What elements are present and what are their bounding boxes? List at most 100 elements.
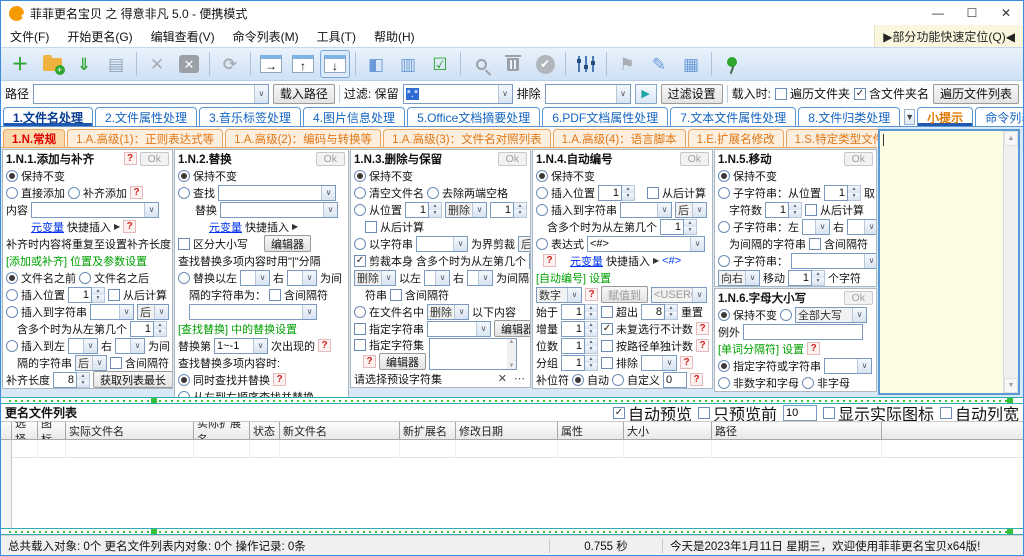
flyout-arrow-icon[interactable]: ▶: [292, 222, 298, 231]
tab-5.Office文档摘要处理[interactable]: 5.Office文档摘要处理: [407, 107, 541, 126]
radio-option[interactable]: 表达式: [536, 236, 584, 252]
combobox[interactable]: 后 ∨: [675, 201, 707, 218]
number-spinner[interactable]: 8 ▲ ▼: [53, 371, 90, 388]
chevron-down-icon[interactable]: ∨: [321, 185, 335, 200]
spin-down-icon[interactable]: ▼: [789, 209, 801, 217]
spin-up-icon[interactable]: ▲: [585, 321, 597, 329]
radio-option[interactable]: 文件名之后: [79, 270, 149, 286]
radio-option[interactable]: 子字符串：从位置: [718, 185, 821, 201]
spinner-value[interactable]: 8: [53, 371, 77, 388]
number-spinner[interactable]: 1▲▼: [130, 320, 167, 337]
radio-option[interactable]: 同时查找并替换: [178, 372, 270, 388]
checkbox[interactable]: 按路径单独计数: [601, 338, 693, 354]
spinner-arrows-icon[interactable]: ▲ ▼: [812, 269, 825, 286]
more-icon[interactable]: ⋯: [512, 372, 527, 385]
chevron-down-icon[interactable]: ∨: [864, 219, 876, 234]
combobox[interactable]: 1~-1 ∨: [214, 337, 268, 354]
text-input[interactable]: [743, 323, 863, 340]
spin-down-icon[interactable]: ▼: [665, 311, 677, 319]
pin-icon[interactable]: [717, 50, 747, 78]
combobox[interactable]: <USER0>∨: [651, 286, 707, 303]
ok-button[interactable]: Ok: [139, 151, 169, 166]
subtab-1.A.高级(4)：语言脚本[interactable]: 1.A.高级(4)：语言脚本: [552, 129, 686, 147]
combobox[interactable]: ∨: [544, 83, 631, 104]
help-icon[interactable]: ?: [696, 339, 709, 352]
number-spinner[interactable]: 1▲▼: [765, 201, 802, 218]
checkbox[interactable]: ✓ 含文件夹名: [853, 85, 929, 102]
spin-up-icon[interactable]: ▲: [514, 202, 526, 210]
spin-up-icon[interactable]: ▲: [154, 321, 166, 329]
combobox[interactable]: ∨: [68, 337, 98, 354]
spinner-arrows-icon[interactable]: ▲ ▼: [789, 201, 802, 218]
spinner-value[interactable]: 1: [824, 184, 848, 201]
spin-down-icon[interactable]: ▼: [585, 345, 597, 353]
spin-up-icon[interactable]: ▲: [77, 372, 89, 380]
tab-小提示[interactable]: 小提示: [917, 107, 974, 126]
chevron-down-icon[interactable]: ∨: [864, 253, 876, 268]
refresh-icon[interactable]: ⟳: [215, 50, 245, 78]
combobox[interactable]: 删除 ∨: [445, 201, 487, 218]
checkbox[interactable]: 指定字符串: [354, 321, 424, 337]
tab-2.文件属性处理[interactable]: 2.文件属性处理: [95, 107, 198, 126]
number-spinner[interactable]: 1▲▼: [824, 184, 861, 201]
button-disabled[interactable]: 赋值到: [601, 286, 648, 303]
chevron-down-icon[interactable]: ∨: [302, 304, 316, 319]
spin-down-icon[interactable]: ▼: [684, 226, 696, 234]
spin-down-icon[interactable]: ▼: [154, 328, 166, 336]
combobox[interactable]: ∨: [824, 357, 872, 374]
combobox[interactable]: ∨: [189, 303, 317, 320]
help-icon[interactable]: ?: [363, 355, 376, 368]
spinner-arrows-icon[interactable]: ▲ ▼: [429, 201, 442, 218]
flyout-arrow-icon[interactable]: ▶: [653, 256, 659, 265]
number-spinner[interactable]: 1▲▼: [561, 337, 598, 354]
radio-option[interactable]: 文件名之前: [6, 270, 76, 286]
radio-option[interactable]: 补齐添加: [68, 185, 127, 201]
radio-option[interactable]: 在文件名中: [354, 304, 424, 320]
number-spinner[interactable]: 1▲▼: [561, 303, 598, 320]
scroll-up-icon[interactable]: ▲: [1004, 131, 1018, 146]
combobox[interactable]: 全部大写 ∨: [795, 306, 867, 323]
number-spinner[interactable]: 1▲▼: [561, 354, 598, 371]
checkbox[interactable]: 超出: [601, 304, 638, 320]
spinner-value[interactable]: 1: [130, 320, 154, 337]
column-header-新文件名[interactable]: 新文件名: [280, 422, 400, 440]
number-spinner[interactable]: 1▲▼: [405, 201, 442, 218]
checkbox[interactable]: 含间隔符: [809, 236, 868, 252]
radio-option[interactable]: 以字符串: [354, 236, 413, 252]
chevron-down-icon[interactable]: ∨: [852, 307, 866, 322]
spin-up-icon[interactable]: ▲: [429, 202, 441, 210]
spinner-value[interactable]: 1: [788, 269, 812, 286]
spinner-value[interactable]: 1: [660, 218, 684, 235]
show-top-panel-icon[interactable]: ↑: [288, 50, 318, 78]
radio-option[interactable]: 非数字和字母: [718, 375, 799, 391]
flyout-arrow-icon[interactable]: ▶: [114, 222, 120, 231]
ok-button[interactable]: Ok: [315, 151, 345, 166]
spin-down-icon[interactable]: ▼: [585, 311, 597, 319]
help-icon[interactable]: ?: [123, 220, 137, 233]
ok-button[interactable]: Ok: [843, 151, 873, 166]
checkbox[interactable]: 从后计算: [805, 202, 864, 218]
spin-up-icon[interactable]: ▲: [848, 185, 860, 193]
column-setting-icon[interactable]: ▥: [393, 50, 423, 78]
spin-up-icon[interactable]: ▲: [665, 304, 677, 312]
combobox[interactable]: 后 ∨: [137, 303, 169, 320]
chevron-down-icon[interactable]: ∨: [255, 270, 269, 285]
number-spinner[interactable]: 1▲▼: [561, 320, 598, 337]
radio-option[interactable]: 指定字符或字符串: [718, 358, 821, 374]
spin-down-icon[interactable]: ▼: [514, 209, 526, 217]
button[interactable]: 获取列表最长: [93, 371, 172, 388]
tab-6.PDF文档属性处理[interactable]: 6.PDF文档属性处理: [542, 107, 669, 126]
combobox[interactable]: ∨: [33, 83, 269, 104]
spinner-value[interactable]: 1: [598, 184, 622, 201]
checkbox[interactable]: 含间隔符: [269, 287, 328, 303]
clear-list-icon[interactable]: ✕: [174, 50, 204, 78]
combobox[interactable]: ∨: [802, 218, 830, 235]
tab-3.音乐标签处理[interactable]: 3.音乐标签处理: [199, 107, 302, 126]
combobox[interactable]: ∨: [287, 269, 317, 286]
help-icon[interactable]: ?: [585, 288, 598, 301]
chevron-down-icon[interactable]: ∨: [144, 202, 158, 217]
combobox[interactable]: ∨: [791, 252, 876, 269]
radio-option[interactable]: 查找: [178, 185, 215, 201]
spin-down-icon[interactable]: ▼: [429, 209, 441, 217]
options-sliders-icon[interactable]: [571, 50, 601, 78]
